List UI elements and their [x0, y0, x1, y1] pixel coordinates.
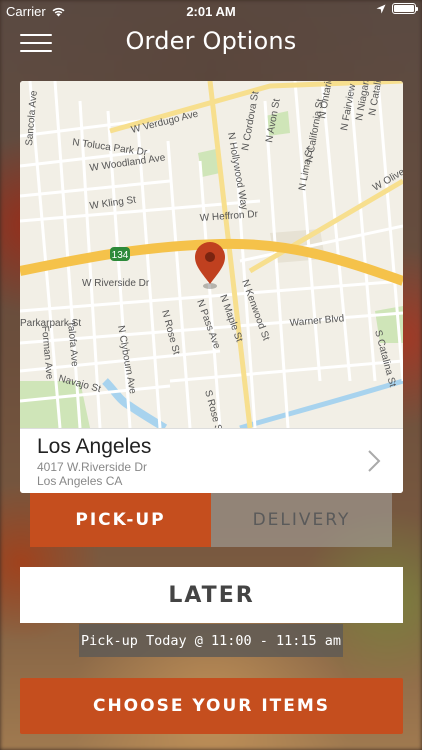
map-street-label: W Verdugo Ave	[130, 108, 200, 135]
address-line-1: 4017 W.Riverside Dr	[37, 460, 148, 474]
chevron-right-icon	[368, 450, 381, 472]
battery-icon	[392, 3, 418, 14]
page-title: Order Options	[125, 27, 297, 55]
map-street-label: N Cordova St	[240, 90, 261, 151]
map-street-label: N Maple St	[217, 293, 244, 343]
map-street-label: Sancola Ave	[24, 90, 40, 147]
clock: 2:01 AM	[186, 4, 236, 19]
location-address: 4017 W.Riverside Dr Los Angeles CA	[37, 460, 147, 488]
map-view[interactable]: 134 W Verdugo Ave N Toluca Park Dr W Woodl…	[20, 81, 403, 428]
map-street-label: N Pass Ave	[194, 298, 222, 351]
map-river	[239, 378, 403, 428]
status-bar: Carrier 2:01 AM	[0, 0, 422, 22]
location-row[interactable]: Los Angeles 4017 W.Riverside Dr Los Ange…	[20, 428, 403, 493]
status-right	[376, 3, 418, 14]
later-button[interactable]: LATER	[20, 567, 403, 623]
route-134-label: 134	[112, 250, 129, 261]
map-street-label: N Ontario St	[317, 81, 337, 120]
address-line-2: Los Angeles CA	[37, 474, 123, 488]
map-canvas: 134 W Verdugo AveN Toluca Park DrW Woodl…	[20, 81, 403, 428]
location-pin-icon	[195, 242, 225, 289]
order-type-tabs: PICK-UP DELIVERY	[30, 493, 392, 547]
pickup-time-label: Pick-up Today @ 11:00 - 11:15 am	[79, 624, 343, 657]
map-street-label: S Rose St	[202, 389, 224, 428]
map-street-label: Warner Blvd	[289, 313, 344, 329]
choose-items-button[interactable]: CHOOSE YOUR ITEMS	[20, 678, 403, 734]
location-card: 134 W Verdugo Ave N Toluca Park Dr W Woodl…	[20, 81, 403, 493]
map-street-label: W Kling St	[89, 195, 137, 212]
tab-delivery[interactable]: DELIVERY	[211, 493, 392, 547]
location-name: Los Angeles	[37, 435, 152, 458]
map-route-134-shield: 134	[110, 247, 130, 261]
navigation-bar: Order Options	[0, 22, 422, 66]
battery-fill	[394, 5, 414, 12]
location-arrow-icon	[376, 4, 386, 13]
map-street-label: W Heffron Dr	[199, 209, 258, 224]
map-street-label: W Riverside Dr	[82, 278, 150, 289]
map-street-label: Parkarpark St	[20, 318, 81, 329]
map-street-label: N Kenwood St	[239, 278, 271, 342]
tab-pickup[interactable]: PICK-UP	[30, 493, 211, 547]
